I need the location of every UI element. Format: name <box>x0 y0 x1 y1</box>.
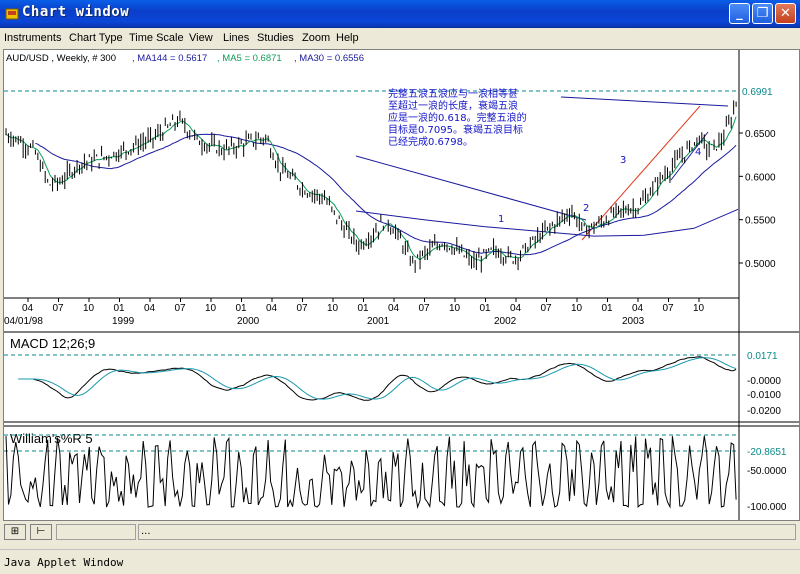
price-y-tick-label: 0.6000 <box>745 172 776 183</box>
java-app-icon <box>5 8 19 20</box>
macd-tick-0: -0.0000 <box>747 376 781 387</box>
price-x-axis: 04 07 10 01 04 07 10 01 04 07 10 01 04 07 10 01 04 07 10 01… <box>4 298 705 327</box>
zoom-toggle-button[interactable]: ⊞ <box>4 524 26 540</box>
chart-area[interactable]: AUD/USD , Weekly, # 300 , MA144 = 0.5617… <box>3 49 800 521</box>
x-tick-label: 01 <box>358 303 370 314</box>
price-series <box>5 100 737 273</box>
x-tick-label: 10 <box>327 303 339 314</box>
price-last-value: 0.6991 <box>742 87 773 98</box>
wave-label-4: 4 <box>695 147 701 158</box>
maximize-button[interactable]: ❐ <box>752 3 773 24</box>
x-tick-label: 01 <box>236 303 248 314</box>
x-tick-label: 07 <box>663 303 675 314</box>
x-year-label: 2001 <box>367 316 390 327</box>
annotation-line-1: 完整五浪五浪应与一浪相等甚 <box>388 87 518 100</box>
williams-series <box>5 435 737 509</box>
x-tick-label: 01 <box>114 303 126 314</box>
x-tick-label: 10 <box>693 303 705 314</box>
annotation-note: 完整五浪五浪应与一浪相等甚 至超过一浪的长度，衰竭五浪 应是一浪的0.618。完… <box>388 87 527 148</box>
x-tick-label: 10 <box>83 303 95 314</box>
williams-tick-1: -100.000 <box>747 502 787 513</box>
menu-zoom[interactable]: Zoom <box>302 32 330 44</box>
x-tick-label: 10 <box>449 303 461 314</box>
x-year-label: 2000 <box>237 316 260 327</box>
price-y-tick-label: 0.6500 <box>745 129 776 140</box>
menu-time-scale[interactable]: Time Scale <box>129 32 184 44</box>
x-tick-label: 04 <box>388 303 400 314</box>
applet-status-text: Java Applet Window <box>4 556 124 569</box>
williams-label: William's%R 5 <box>10 431 93 446</box>
menu-studies[interactable]: Studies <box>257 32 294 44</box>
x-tick-label: 01 <box>480 303 492 314</box>
x-year-label: 1999 <box>112 316 135 327</box>
macd-last-value: 0.0171 <box>747 351 778 362</box>
menu-view[interactable]: View <box>189 32 213 44</box>
x-year-label: 2003 <box>622 316 645 327</box>
trendline-top <box>560 96 729 107</box>
annotation-line-5: 已经完成0.6798。 <box>388 135 473 148</box>
x-tick-label: 04 <box>144 303 156 314</box>
wave-label-1: 1 <box>498 214 504 225</box>
x-tick-label: 04 <box>510 303 522 314</box>
status-bar: Java Applet Window <box>0 549 800 574</box>
x-tick-label: 04 <box>632 303 644 314</box>
chart-canvas[interactable]: AUD/USD , Weekly, # 300 , MA144 = 0.5617… <box>4 50 799 520</box>
window-title: Chart window <box>22 4 130 20</box>
x-tick-label: 07 <box>53 303 65 314</box>
ma144-label: , MA144 = 0.5617 <box>132 53 207 64</box>
bottom-field-1 <box>56 524 136 540</box>
macd-tick-2: -0.0200 <box>747 406 781 417</box>
chart-toolbar-bottom: ⊞ ⊢ ... <box>0 522 800 544</box>
williams-last-value: -20.8651 <box>747 447 787 458</box>
menu-help[interactable]: Help <box>336 32 359 44</box>
x-tick-label: 01 <box>602 303 614 314</box>
menu-bar: Instruments Chart Type Time Scale View L… <box>0 28 800 49</box>
x-tick-label: 04 <box>22 303 34 314</box>
bottom-field-2: ... <box>138 524 796 540</box>
annotation-line-3: 应是一浪的0.618。完整五浪的 <box>388 111 527 124</box>
x-tick-label: 07 <box>541 303 553 314</box>
chart-window: Chart window _ ❐ ✕ Instruments Chart Typ… <box>0 0 800 574</box>
ma30-polyline <box>35 133 737 256</box>
annotation-line-2: 至超过一浪的长度，衰竭五浪 <box>388 99 518 112</box>
chart-symbol-label: AUD/USD , Weekly, # 300 <box>6 53 116 64</box>
price-y-tick-label: 0.5000 <box>745 259 776 270</box>
minimize-button[interactable]: _ <box>729 3 750 24</box>
ma30-label: , MA30 = 0.6556 <box>294 53 364 64</box>
wave-label-3: 3 <box>620 155 626 166</box>
x-tick-label: 07 <box>297 303 309 314</box>
macd-series <box>18 356 737 401</box>
wave-label-2: 2 <box>583 203 589 214</box>
williams-tick-0: -50.0000 <box>747 466 787 477</box>
trendline-1 <box>355 155 587 221</box>
williams-polyline <box>5 435 737 509</box>
macd-signal-line <box>18 357 737 400</box>
x-tick-label: 10 <box>571 303 583 314</box>
title-bar[interactable]: Chart window _ ❐ ✕ <box>0 0 800 28</box>
ma144-polyline <box>355 208 739 237</box>
crosshair-button[interactable]: ⊢ <box>30 524 52 540</box>
trendline-red <box>581 105 701 241</box>
x-tick-label: 07 <box>175 303 187 314</box>
menu-lines[interactable]: Lines <box>223 32 249 44</box>
macd-tick-1: -0.0100 <box>747 390 781 401</box>
ma144-series <box>355 208 739 237</box>
ma5-label: , MA5 = 0.6871 <box>217 53 282 64</box>
close-button[interactable]: ✕ <box>775 3 796 24</box>
price-y-tick-label: 0.5500 <box>745 216 776 227</box>
menu-chart-type[interactable]: Chart Type <box>69 32 123 44</box>
x-tick-label: 10 <box>205 303 217 314</box>
macd-label: MACD 12;26;9 <box>10 336 95 351</box>
x-tick-label: 04 <box>266 303 278 314</box>
menu-instruments[interactable]: Instruments <box>4 32 61 44</box>
price-y-axis: 0.6500 0.6000 0.5500 0.5000 <box>739 129 776 270</box>
ma30-series <box>35 133 737 256</box>
x-year-label: 04/01/98 <box>4 316 43 327</box>
x-year-label: 2002 <box>494 316 517 327</box>
annotation-line-4: 目标是0.7095。衰竭五浪目标 <box>388 123 523 136</box>
x-tick-label: 07 <box>419 303 431 314</box>
